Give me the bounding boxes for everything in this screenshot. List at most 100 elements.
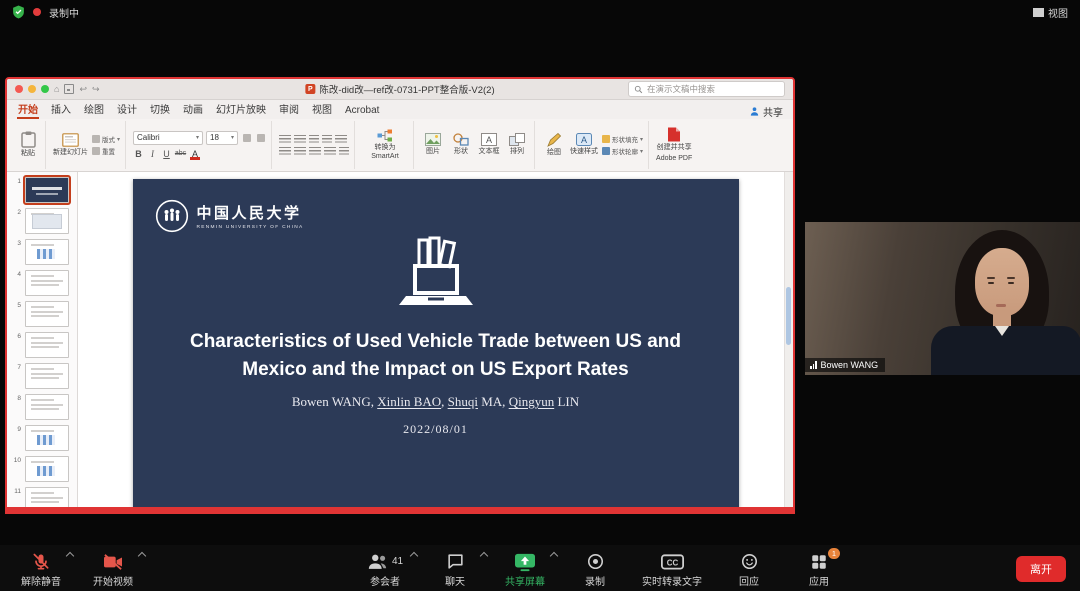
tab-acrobat[interactable]: Acrobat [344, 103, 380, 119]
unmute-button[interactable]: 解除静音 [8, 549, 74, 588]
scrollbar-thumb[interactable] [786, 287, 791, 345]
share-document-button[interactable]: 共享 [749, 104, 783, 119]
chat-button[interactable]: 聊天 [422, 549, 488, 588]
apps-icon [810, 551, 828, 572]
chat-chevron-icon[interactable] [480, 552, 488, 560]
numbered-list-icon[interactable] [294, 135, 306, 144]
view-menu-button[interactable]: 视图 [1033, 5, 1068, 20]
new-slide-label: 新建幻灯片 [53, 149, 88, 157]
reactions-button[interactable]: 回应 [716, 549, 782, 588]
tab-slideshow[interactable]: 幻灯片放映 [215, 99, 267, 119]
ribbon-tabs: 开始 插入 绘图 设计 切换 动画 幻灯片放映 审阅 视图 Acrobat 共享 [7, 100, 793, 119]
tab-animations[interactable]: 动画 [182, 99, 204, 119]
slide-thumbnail[interactable] [25, 270, 69, 296]
align-right-icon[interactable] [309, 147, 321, 156]
paste-button[interactable]: 粘贴 [16, 131, 40, 158]
tab-insert[interactable]: 插入 [50, 99, 72, 119]
tab-home[interactable]: 开始 [17, 99, 39, 119]
shapes-button[interactable]: 形状 [449, 133, 473, 156]
slide-thumbnail[interactable] [25, 208, 69, 234]
bullet-list-icon[interactable] [279, 135, 291, 144]
create-pdf-button[interactable]: 创建并共享 Adobe PDF [656, 127, 692, 162]
slide-thumbnail[interactable] [25, 332, 69, 358]
undo-icon[interactable]: ↩ [79, 85, 87, 94]
arrange-button[interactable]: 排列 [505, 133, 529, 156]
camera-off-icon [102, 551, 124, 572]
start-video-button[interactable]: 开始视频 [80, 549, 146, 588]
tab-review[interactable]: 审阅 [278, 99, 300, 119]
slide-number: 3 [12, 239, 21, 247]
share-screen-button[interactable]: 共享屏幕 [492, 549, 558, 588]
quick-styles-button[interactable]: A 快速样式 [570, 133, 598, 156]
underline-button[interactable]: U [161, 148, 172, 160]
participants-chevron-icon[interactable] [410, 552, 418, 560]
slide-thumbnail[interactable] [25, 177, 69, 203]
slide-thumbnail[interactable] [25, 394, 69, 420]
home-icon[interactable]: ⌂ [54, 85, 59, 94]
tab-design[interactable]: 设计 [116, 99, 138, 119]
save-icon[interactable] [64, 84, 74, 94]
redo-icon[interactable]: ↪ [92, 85, 100, 94]
live-transcript-button[interactable]: CC 实时转录文字 [632, 549, 712, 588]
line-spacing-icon[interactable] [335, 135, 347, 144]
reactions-icon [740, 551, 759, 572]
font-size-select[interactable]: 18▾ [206, 131, 238, 145]
align-center-icon[interactable] [294, 147, 306, 156]
vertical-scrollbar[interactable] [784, 172, 793, 507]
share-chevron-icon[interactable] [550, 552, 558, 560]
author-name: LIN [554, 394, 579, 409]
shape-fill-button[interactable]: 形状填充▾ [602, 134, 643, 144]
increase-indent-icon[interactable] [322, 135, 332, 144]
decrease-indent-icon[interactable] [309, 135, 319, 144]
slide-title-line1: Characteristics of Used Vehicle Trade be… [133, 328, 739, 356]
reset-button[interactable]: 重置 [92, 146, 120, 156]
justify-icon[interactable] [324, 147, 336, 156]
strikethrough-button[interactable]: abc [175, 148, 186, 160]
clear-format-button[interactable] [255, 132, 266, 144]
participants-button[interactable]: 41 参会者 [352, 549, 418, 588]
slide-thumbnail-row: 5 [7, 301, 77, 327]
bold-button[interactable]: B [133, 148, 144, 160]
font-name-select[interactable]: Calibri▾ [133, 131, 203, 145]
slide-thumbnail[interactable] [25, 425, 69, 451]
participant-video[interactable]: Bowen WANG [805, 222, 1080, 375]
italic-button[interactable]: I [147, 148, 158, 160]
smartart-icon [377, 129, 393, 142]
shape-outline-button[interactable]: 形状轮廓▾ [602, 146, 643, 156]
start-video-label: 开始视频 [93, 573, 133, 588]
audio-options-chevron-icon[interactable] [66, 552, 74, 560]
dropdown-icon: ▾ [640, 136, 643, 143]
textbox-icon: A [481, 133, 497, 146]
draw-button[interactable]: 绘图 [542, 133, 566, 157]
layout-button[interactable]: 版式▾ [92, 134, 120, 144]
textbox-button[interactable]: A 文本框 [477, 133, 501, 156]
search-input[interactable]: 在演示文稿中搜索 [628, 81, 785, 97]
slide-thumbnail[interactable] [25, 301, 69, 327]
close-button[interactable] [15, 85, 23, 93]
columns-icon[interactable] [339, 147, 349, 156]
reactions-label: 回应 [739, 573, 759, 588]
dropdown-icon: ▾ [640, 148, 643, 155]
new-slide-button[interactable]: 新建幻灯片 [53, 133, 88, 157]
slide-thumbnail[interactable] [25, 456, 69, 482]
zoom-window-button[interactable] [41, 85, 49, 93]
tab-draw[interactable]: 绘图 [83, 99, 105, 119]
font-color-button[interactable]: A [189, 148, 201, 160]
slide-thumbnail[interactable] [25, 487, 69, 507]
tab-transitions[interactable]: 切换 [149, 99, 171, 119]
slide-thumbnail[interactable] [25, 363, 69, 389]
record-button[interactable]: 录制 [562, 549, 628, 588]
font-name-value: Calibri [137, 133, 160, 142]
view-icon [1033, 8, 1044, 17]
picture-button[interactable]: 图片 [421, 133, 445, 156]
apps-button[interactable]: 1 应用 [786, 549, 852, 588]
video-options-chevron-icon[interactable] [138, 552, 146, 560]
slide-thumbnail[interactable] [25, 239, 69, 265]
current-slide[interactable]: 中国人民大学 RENMIN UNIVERSITY OF CHINA [133, 179, 739, 509]
minimize-button[interactable] [28, 85, 36, 93]
align-left-icon[interactable] [279, 147, 291, 156]
tab-view[interactable]: 视图 [311, 99, 333, 119]
convert-smartart-button[interactable]: 转换为SmartArt [362, 129, 408, 160]
leave-meeting-button[interactable]: 离开 [1016, 556, 1066, 582]
grow-font-button[interactable] [241, 132, 252, 144]
